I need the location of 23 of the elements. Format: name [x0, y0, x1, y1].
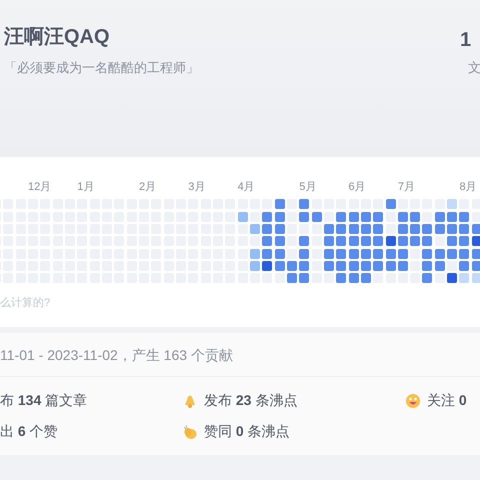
smiley-icon [405, 392, 421, 408]
stat-text: 赞同 0 条沸点 [204, 422, 290, 441]
month-label: 6月 [348, 180, 366, 195]
stat-label: 文 [467, 59, 480, 77]
month-label: 2月 [138, 180, 156, 195]
stat-text: 关注 0 [427, 391, 467, 410]
month-label: 1月 [77, 180, 94, 195]
clapping-hands-icon [182, 424, 198, 440]
month-label: 12月 [28, 180, 52, 195]
stat-text: 布 134 篇文章 [0, 391, 88, 410]
month-label: 5月 [299, 180, 316, 195]
stat-text: 出 6 个赞 [0, 422, 58, 441]
month-label: 3月 [188, 180, 206, 195]
bell-icon [182, 392, 198, 408]
month-label: 7月 [398, 180, 415, 195]
user-name: 汪啊汪QAQ [4, 25, 111, 50]
month-label: 8月 [459, 180, 477, 195]
month-label: 4月 [238, 180, 255, 195]
stat-value: 1 [460, 28, 472, 52]
contribution-summary: 11-01 - 2023-11-02，产生 163 个贡献 [0, 346, 234, 365]
stat-text: 发布 23 条沸点 [204, 391, 298, 410]
help-link[interactable]: 么计算的? [0, 295, 480, 312]
user-motto: 「必须要成为一名酷酷的工程师」 [4, 59, 199, 77]
